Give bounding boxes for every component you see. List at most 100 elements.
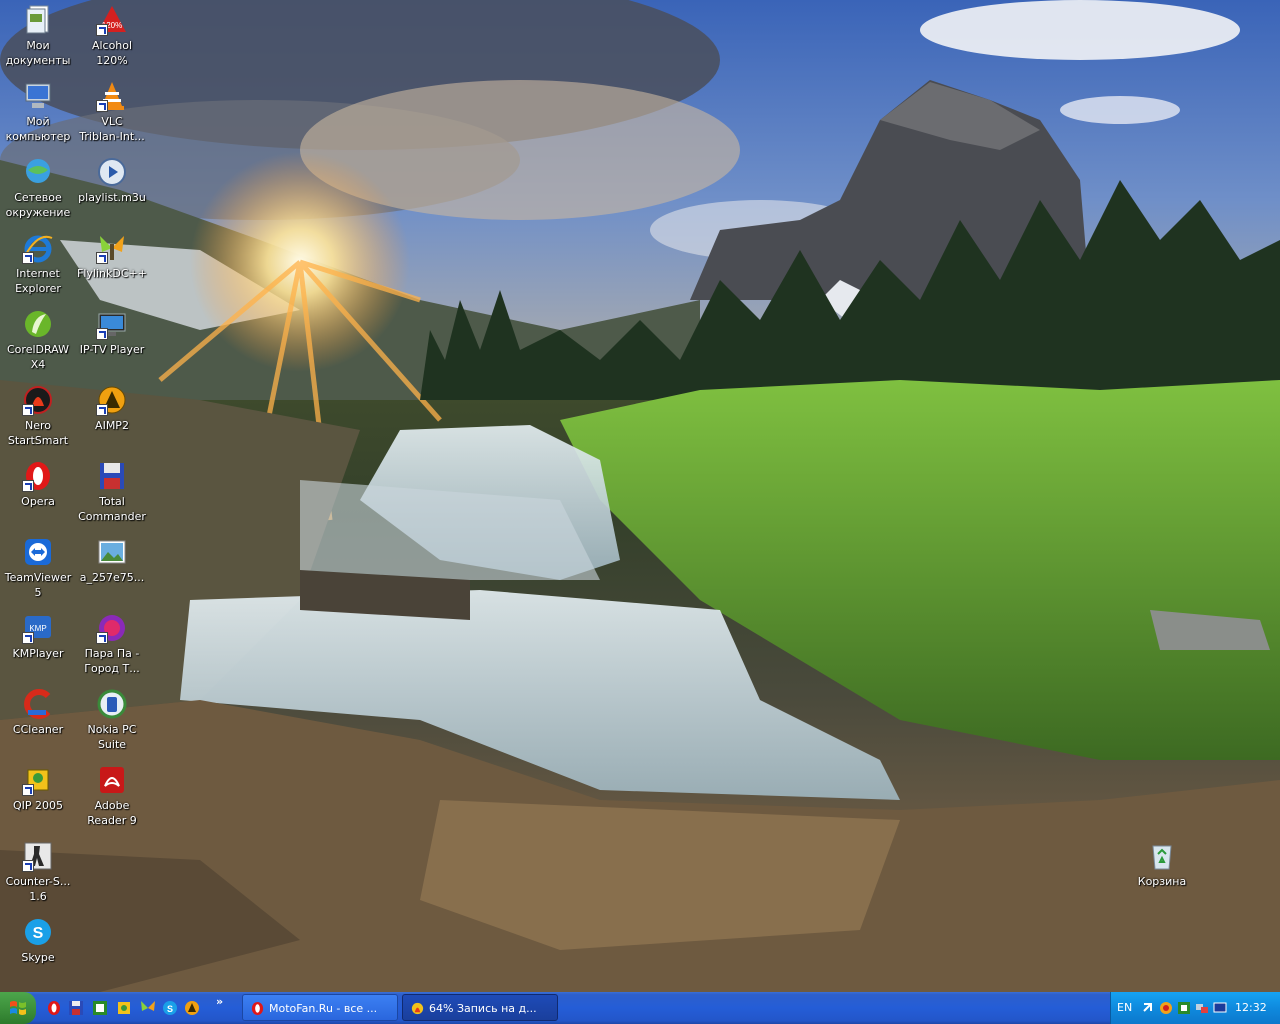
desktop-icon-ccleaner[interactable]: CCleaner bbox=[0, 686, 76, 760]
desktop-icon-label: Сетевое окружение bbox=[5, 191, 71, 219]
opera-icon bbox=[251, 1001, 264, 1016]
desktop-icon-adobe-reader[interactable]: Adobe Reader 9 bbox=[74, 762, 150, 836]
tray-arrow-icon[interactable] bbox=[1141, 1001, 1155, 1015]
quicklaunch-flylinkdc-icon[interactable] bbox=[140, 1000, 156, 1016]
tray-opera-icon[interactable] bbox=[1159, 1001, 1173, 1015]
my-documents-icon bbox=[26, 5, 49, 34]
system-tray: EN 12:32 bbox=[1110, 992, 1280, 1024]
ccleaner-icon bbox=[24, 689, 51, 719]
desktop-icon-opera[interactable]: Opera bbox=[0, 458, 76, 532]
quicklaunch-more-button[interactable]: » bbox=[216, 995, 223, 1008]
desktop-icon-label: CorelDRAW X4 bbox=[7, 343, 69, 371]
shortcut-arrow-icon bbox=[22, 252, 34, 264]
language-indicator[interactable]: EN bbox=[1117, 1001, 1132, 1014]
shortcut-arrow-icon bbox=[22, 632, 34, 644]
desktop-icon-nero[interactable]: Nero StartSmart bbox=[0, 382, 76, 456]
desktop-icon-playlist[interactable]: playlist.m3u bbox=[74, 154, 150, 228]
desktop-icon-teamviewer[interactable]: TeamViewer 5 bbox=[0, 534, 76, 608]
shortcut-arrow-icon bbox=[96, 404, 108, 416]
desktop-icon-media-file[interactable]: Пара Па - Город Т... bbox=[74, 610, 150, 684]
desktop-icon-label: Nero StartSmart bbox=[7, 419, 69, 447]
skype-icon: S bbox=[25, 919, 51, 945]
shortcut-arrow-icon bbox=[96, 252, 108, 264]
quicklaunch-skype-icon[interactable]: S bbox=[162, 1000, 178, 1016]
desktop-wallpaper bbox=[0, 0, 1280, 992]
svg-text:S: S bbox=[33, 925, 44, 942]
tray-qip-icon[interactable] bbox=[1177, 1001, 1191, 1015]
my-computer-icon bbox=[25, 83, 51, 108]
desktop-icon-label: KMPlayer bbox=[12, 647, 64, 660]
desktop-icon-nokia-pc-suite[interactable]: Nokia PC Suite bbox=[74, 686, 150, 760]
desktop-icon-counter-strike[interactable]: Counter-S... 1.6 bbox=[0, 838, 76, 912]
desktop-icon-label: Internet Explorer bbox=[15, 267, 61, 295]
desktop-icon-skype[interactable]: S Skype bbox=[0, 914, 76, 988]
desktop-icon-label: Alcohol 120% bbox=[91, 39, 133, 67]
desktop-icon-label: Nokia PC Suite bbox=[87, 723, 137, 751]
desktop-icon-label: Adobe Reader 9 bbox=[87, 799, 137, 827]
desktop-icon-label: playlist.m3u bbox=[78, 191, 146, 204]
nero-burn-icon bbox=[411, 1002, 424, 1015]
start-button[interactable] bbox=[0, 992, 36, 1024]
shortcut-arrow-icon bbox=[22, 404, 34, 416]
taskbar-clock[interactable]: 12:32 bbox=[1235, 1001, 1267, 1014]
windows-logo-icon bbox=[10, 1001, 26, 1015]
taskbar-button-nero-burn[interactable]: 64% Запись на д... bbox=[402, 994, 558, 1021]
desktop-icon-qip[interactable]: QIP 2005 bbox=[0, 762, 76, 836]
taskbar-button-opera[interactable]: MotoFan.Ru - все ... bbox=[242, 994, 398, 1021]
svg-text:S: S bbox=[167, 1004, 173, 1014]
nokia-pc-suite-icon bbox=[97, 689, 127, 719]
coreldraw-icon bbox=[25, 311, 51, 337]
desktop-icon-label: IP-TV Player bbox=[79, 343, 145, 356]
playlist-icon bbox=[98, 158, 126, 186]
shortcut-arrow-icon bbox=[22, 480, 34, 492]
desktop-icon-coreldraw[interactable]: CorelDRAW X4 bbox=[0, 306, 76, 380]
quicklaunch-plugin-icon[interactable] bbox=[116, 1000, 132, 1016]
quicklaunch-opera-icon[interactable] bbox=[46, 1000, 62, 1016]
desktop-icon-vlc[interactable]: VLC Triblan-Int... bbox=[74, 78, 150, 152]
taskbar-button-label: MotoFan.Ru - все ... bbox=[269, 1002, 378, 1015]
taskbar-button-label: 64% Запись на д... bbox=[429, 1002, 537, 1015]
desktop-icon-label: FlylinkDC++ bbox=[77, 267, 147, 280]
desktop-icon-label: Total Commander bbox=[78, 495, 146, 523]
adobe-reader-icon bbox=[100, 767, 124, 793]
desktop-icon-aimp[interactable]: AIMP2 bbox=[74, 382, 150, 456]
desktop-icon-network[interactable]: Сетевое окружение bbox=[0, 154, 76, 228]
desktop-icon-label: Мой компьютер bbox=[5, 115, 71, 143]
desktop-icon-label: a_257e75... bbox=[79, 571, 145, 584]
desktop-icon-label: TeamViewer 5 bbox=[4, 571, 72, 599]
total-commander-icon bbox=[100, 463, 124, 489]
desktop-icon-label: AIMP2 bbox=[95, 419, 129, 432]
desktop-icon-image-file[interactable]: a_257e75... bbox=[74, 534, 150, 608]
desktop-icon-recycle-bin[interactable]: Корзина bbox=[1124, 838, 1200, 912]
desktop-icon-internet-explorer[interactable]: Internet Explorer bbox=[0, 230, 76, 304]
shortcut-arrow-icon bbox=[22, 784, 34, 796]
desktop-icon-my-computer[interactable]: Мой компьютер bbox=[0, 78, 76, 152]
desktop-icon-label: Counter-S... 1.6 bbox=[5, 875, 71, 903]
desktop-icon-label: Skype bbox=[21, 951, 55, 964]
desktop-icon-label: QIP 2005 bbox=[12, 799, 64, 812]
shortcut-arrow-icon bbox=[96, 100, 108, 112]
quicklaunch-total-commander-icon[interactable] bbox=[68, 1000, 84, 1016]
shortcut-arrow-icon bbox=[22, 860, 34, 872]
shortcut-arrow-icon bbox=[96, 24, 108, 36]
taskbar: S » MotoFan.Ru - все ... 64% Запись на д… bbox=[0, 992, 1280, 1024]
desktop-icon-iptv-player[interactable]: IP-TV Player bbox=[74, 306, 150, 380]
desktop-icon-my-documents[interactable]: Мои документы bbox=[0, 2, 76, 76]
tray-network-icon[interactable] bbox=[1195, 1001, 1209, 1015]
tray-display-icon[interactable] bbox=[1213, 1001, 1227, 1015]
desktop-icon-label: Корзина bbox=[1137, 875, 1187, 888]
desktop-icon-label: Пара Па - Город Т... bbox=[84, 647, 140, 675]
quicklaunch-aimp-icon[interactable] bbox=[184, 1000, 200, 1016]
shortcut-arrow-icon bbox=[96, 632, 108, 644]
desktop-icon-label: CCleaner bbox=[12, 723, 64, 736]
desktop-icon-label: Мои документы bbox=[5, 39, 71, 67]
recycle-bin-icon bbox=[1152, 845, 1172, 870]
desktop-icon-flylinkdc[interactable]: FlylinkDC++ bbox=[74, 230, 150, 304]
desktop-icon-alcohol[interactable]: 120% Alcohol 120% bbox=[74, 2, 150, 76]
desktop-icon-total-commander[interactable]: Total Commander bbox=[74, 458, 150, 532]
desktop-icon-label: VLC Triblan-Int... bbox=[79, 115, 145, 143]
desktop-icon-kmplayer[interactable]: KMP KMPlayer bbox=[0, 610, 76, 684]
teamviewer-icon bbox=[25, 539, 51, 565]
desktop-icon-label: Opera bbox=[21, 495, 55, 508]
quicklaunch-qip-icon[interactable] bbox=[92, 1000, 108, 1016]
